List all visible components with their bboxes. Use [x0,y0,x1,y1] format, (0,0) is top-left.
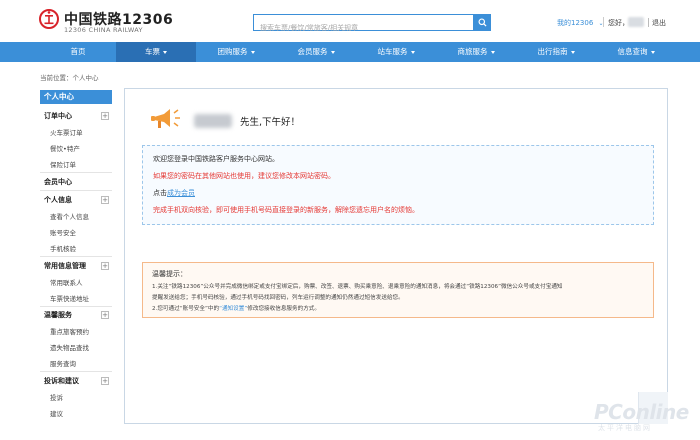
caret-down-icon [570,50,575,54]
sidebar-item-train-orders[interactable]: 火车票订单 [50,127,83,137]
breadcrumb: 当前位置：个人中心 [40,74,99,82]
become-member-link[interactable]: 成为会员 [167,189,195,197]
sidebar-item-lost-items[interactable]: 遗失物品查找 [50,342,89,352]
main-nav: 首页 车票 团购服务 会员服务 站车服务 商旅服务 出行指南 信息查询 [0,42,700,62]
sidebar-item-view-profile[interactable]: 查看个人信息 [50,211,89,221]
logout-divider [648,18,649,27]
pconline-watermark: PConline [594,400,689,424]
nav-label: 信息查询 [617,47,648,56]
nav-label: 出行指南 [537,47,568,56]
site-logo-subtitle: 12306 CHINA RAILWAY [64,26,143,34]
sidebar-divider [40,256,112,257]
my12306-label: 我的12306 [557,19,594,27]
expand-plus-icon[interactable]: + [101,311,109,319]
nav-label: 会员服务 [297,47,328,56]
sidebar-title[interactable]: 个人中心 [40,90,112,104]
sidebar-item-account-security[interactable]: 账号安全 [50,227,76,237]
main-panel [124,88,668,424]
my12306-menu[interactable]: 我的12306 ⌄ [557,18,604,28]
sidebar-item-priority-booking[interactable]: 重点旅客预约 [50,326,89,336]
caret-down-icon [650,50,655,54]
expand-plus-icon[interactable]: + [101,196,109,204]
caret-down-icon [330,50,335,54]
logout-link[interactable]: 退出 [652,18,666,28]
search-icon [477,18,487,27]
nav-label: 车票 [145,47,160,56]
tip-2: 2.您可通过“账号安全”中的“通知设置”修改您接收信息服务的方式。 [152,304,320,312]
sidebar-item-delivery-address[interactable]: 车票快递地址 [50,293,89,303]
sidebar-divider [40,172,112,173]
phone-verify-notice: 完成手机双向核验，即可使用手机号码直接登录的新服务，解除您遗忘用户名的烦恼。 [153,206,419,214]
china-railway-logo-icon[interactable] [39,9,59,29]
nav-label: 团购服务 [217,47,248,56]
nav-item-home[interactable]: 首页 [40,42,116,62]
search-box [253,14,473,36]
nav-label: 首页 [70,47,86,56]
caret-down-icon [410,50,415,54]
expand-plus-icon[interactable]: + [101,262,109,270]
caret-down-icon [163,50,167,54]
search-input[interactable] [254,20,473,36]
nav-item-group-service[interactable]: 团购服务 [196,42,276,62]
click-prefix: 点击 [153,189,167,197]
nav-item-travel-guide[interactable]: 出行指南 [516,42,596,62]
sidebar-item-suggestion[interactable]: 建议 [50,408,63,418]
become-member-line: 点击成为会员 [153,188,195,198]
tip-1-line-1: 1.关注“铁路12306”公众号并完成微信绑定或支付宝绑定后，购票、改签、退票、… [152,284,563,290]
nav-label: 站车服务 [377,47,408,56]
sidebar-item-insurance-orders[interactable]: 保险订单 [50,159,76,169]
welcome-info-box: 欢迎您登录中国铁路客户服务中心网站。 如果您的密码在其他网站也使用，建议您修改本… [142,145,654,225]
password-warning: 如果您的密码在其他网站也使用，建议您修改本网站密码。 [153,172,335,180]
sidebar-group-common-info[interactable]: 常用信息管理 [44,261,86,271]
sidebar-group-warm-service[interactable]: 温馨服务 [44,310,72,320]
expand-plus-icon[interactable]: + [101,112,109,120]
sidebar-divider [40,190,112,191]
tip-2-prefix: 2.您可通过“账号安全”中的 [152,306,220,312]
tip-1-line-2: 提醒发送给您；手机号码核验，通过手机号码找回密码，列车运行调整的通知仍然通过短信… [152,295,404,301]
nav-item-business-service[interactable]: 商旅服务 [436,42,516,62]
sidebar-item-service-query[interactable]: 服务查询 [50,358,76,368]
nav-item-info-query[interactable]: 信息查询 [596,42,676,62]
sidebar-divider [40,371,112,372]
expand-plus-icon[interactable]: + [101,377,109,385]
nav-item-member-service[interactable]: 会员服务 [276,42,356,62]
caret-down-icon [250,50,255,54]
sidebar-group-order-center[interactable]: 订单中心 [44,111,72,121]
nav-label: 商旅服务 [457,47,488,56]
megaphone-icon [151,109,180,128]
notification-settings-link[interactable]: “通知设置” [219,306,247,312]
welcome-text: 欢迎您登录中国铁路客户服务中心网站。 [153,155,279,163]
blurred-user-name [194,114,232,128]
nav-item-tickets[interactable]: 车票 [116,42,196,62]
user-greeting: 先生,下午好！ [240,117,301,128]
sidebar-item-complaint[interactable]: 投诉 [50,392,63,402]
sidebar-divider [40,306,112,307]
header-greeting: 您好， [608,19,629,27]
sidebar-item-phone-verify[interactable]: 手机核验 [50,243,76,253]
caret-down-icon [490,50,495,54]
blurred-username [628,17,644,27]
sidebar-group-complaints[interactable]: 投诉和建议 [44,376,79,386]
search-button[interactable] [473,14,491,31]
sidebar-item-contacts[interactable]: 常用联系人 [50,277,83,287]
header-divider [603,17,604,27]
tip-2-suffix: 修改您接收信息服务的方式。 [247,306,320,312]
nav-item-station-service[interactable]: 站车服务 [356,42,436,62]
sidebar-group-personal-info[interactable]: 个人信息 [44,195,72,205]
pconline-watermark-sub: 太平洋电脑网 [598,424,652,432]
tips-box: 温馨提示： 1.关注“铁路12306”公众号并完成微信绑定或支付宝绑定后，购票、… [142,262,654,318]
sidebar-item-catering[interactable]: 餐饮•特产 [50,143,80,153]
sidebar-group-member-center[interactable]: 会员中心 [44,177,72,187]
tips-title: 温馨提示： [152,270,187,278]
site-header: 中国铁路12306 12306 CHINA RAILWAY 我的12306 ⌄ … [0,0,700,42]
